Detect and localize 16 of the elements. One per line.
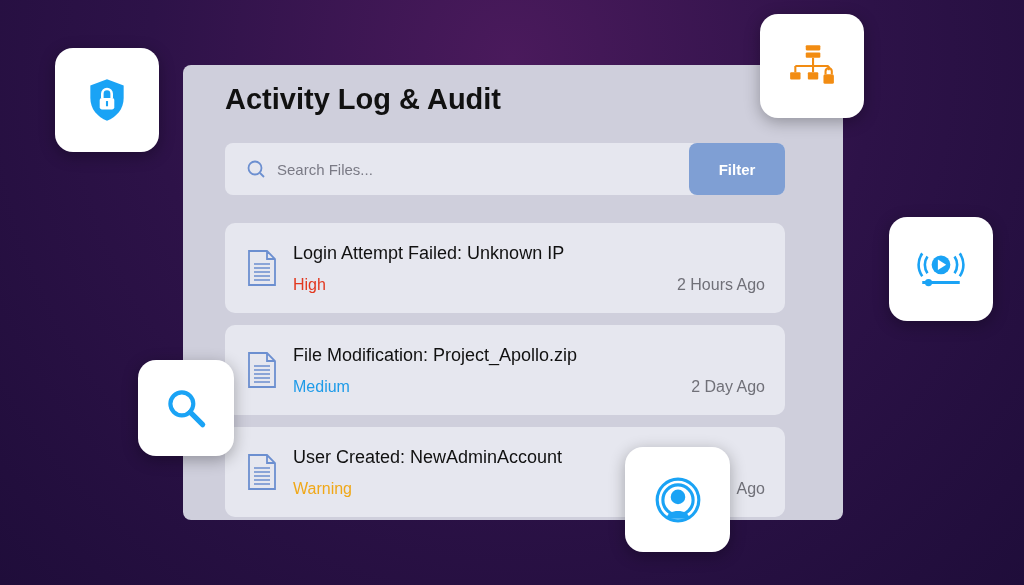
document-icon xyxy=(247,453,277,491)
severity-label: High xyxy=(293,275,326,294)
panel-title: Activity Log & Audit xyxy=(225,83,503,117)
search-icon xyxy=(247,160,265,178)
entry-title: User Created: NewAdminAccount xyxy=(293,446,564,468)
document-icon xyxy=(247,249,277,287)
severity-label: Warning xyxy=(293,479,352,498)
filter-button[interactable]: Filter xyxy=(689,143,785,195)
entry-time: 2 Day Ago xyxy=(691,377,765,396)
entry-title: Login Attempt Failed: Unknown IP xyxy=(293,242,566,264)
entry-time: 2 Hours Ago xyxy=(676,275,765,294)
entry-title: File Modification: Project_Apollo.zip xyxy=(293,344,579,366)
entry-time: Ago xyxy=(736,479,765,498)
document-icon xyxy=(247,351,277,389)
severity-label: Medium xyxy=(293,377,350,396)
search-field[interactable]: Search Files... Filter xyxy=(225,143,785,195)
